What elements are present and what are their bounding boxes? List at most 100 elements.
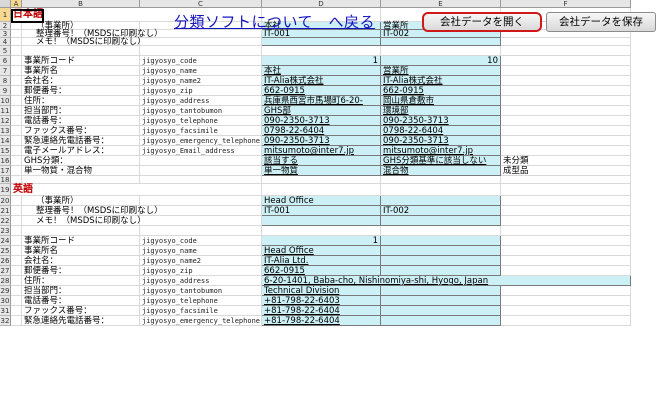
value-cell-e[interactable]: 0798-22-6404 (381, 126, 501, 136)
value-cell-e[interactable]: 営業所 (381, 66, 501, 76)
value-cell-e[interactable]: 10 (381, 56, 501, 66)
column-header-f[interactable]: F (501, 0, 631, 8)
value-cell-f[interactable] (501, 236, 631, 246)
cell-e[interactable] (381, 184, 501, 196)
field-label-cell[interactable]: GHS分類： (22, 156, 140, 166)
field-label-cell[interactable]: ファックス番号： (22, 306, 140, 316)
field-label-cell[interactable]: 住所： (22, 96, 140, 106)
field-label-cell[interactable]: ファックス番号： (22, 126, 140, 136)
value-cell-e[interactable]: 混合物 (381, 166, 501, 176)
row-header-24[interactable]: 24 (0, 236, 11, 246)
field-label-cell[interactable]: 事業所コード (22, 236, 140, 246)
value-cell-d[interactable]: 単一物質 (262, 166, 381, 176)
column-header-b[interactable]: B (22, 0, 140, 8)
field-code-cell[interactable] (140, 226, 262, 236)
row-header-15[interactable]: 15 (0, 146, 11, 156)
field-label-cell[interactable]: 郵便番号： (22, 266, 140, 276)
row-header-13[interactable]: 13 (0, 126, 11, 136)
cell-a[interactable] (11, 56, 22, 66)
row-header-27[interactable]: 27 (0, 266, 11, 276)
value-cell-d[interactable]: IT-Alia Ltd. (262, 256, 381, 266)
column-header-a[interactable]: A (11, 0, 22, 8)
back-to-classification-software-link[interactable]: 分類ソフトについて へ戻る (174, 11, 375, 32)
field-label-cell[interactable]: （事業所） (22, 196, 140, 206)
cell-a[interactable] (11, 266, 22, 276)
value-cell-f[interactable] (501, 76, 631, 86)
field-label-cell[interactable]: 事業所名 (22, 246, 140, 256)
cell-a[interactable] (11, 226, 22, 236)
value-cell-f[interactable] (501, 196, 631, 206)
field-code-cell[interactable] (140, 196, 262, 206)
row-header-29[interactable]: 29 (0, 286, 11, 296)
cell-d[interactable] (262, 184, 381, 196)
cell-a[interactable] (11, 116, 22, 126)
cell-a[interactable] (11, 146, 22, 156)
row-header-7[interactable]: 7 (0, 66, 11, 76)
cell-a[interactable] (11, 22, 22, 30)
cell-a[interactable] (11, 30, 22, 38)
field-label-cell[interactable]: 電話番号： (22, 116, 140, 126)
value-cell-d[interactable]: 662-0915 (262, 86, 381, 96)
row-header-28[interactable]: 28 (0, 276, 11, 286)
field-code-cell[interactable] (140, 46, 262, 56)
field-label-cell[interactable]: 単一物質・混合物 (22, 166, 140, 176)
row-header-11[interactable]: 11 (0, 106, 11, 116)
field-code-cell[interactable] (140, 216, 262, 226)
value-cell-f[interactable] (501, 316, 631, 326)
value-cell-d[interactable]: 兵庫県西宮市馬場町6-20- (262, 96, 381, 106)
value-cell-d[interactable]: 0798-22-6404 (262, 126, 381, 136)
cell-a[interactable] (11, 166, 22, 176)
cell-a[interactable] (11, 256, 22, 266)
cell-a[interactable] (11, 76, 22, 86)
cell-f[interactable] (501, 184, 631, 196)
value-cell-e[interactable] (381, 216, 501, 226)
value-cell-e[interactable] (381, 316, 501, 326)
row-header-10[interactable]: 10 (0, 96, 11, 106)
value-cell-e[interactable] (381, 246, 501, 256)
value-cell-e[interactable]: 662-0915 (381, 86, 501, 96)
field-code-cell[interactable]: jigyosyo_name (140, 246, 262, 256)
field-code-cell[interactable]: jigyosyo_name (140, 66, 262, 76)
cell-a[interactable] (11, 196, 22, 206)
value-cell-f[interactable] (501, 216, 631, 226)
value-cell-f[interactable] (501, 56, 631, 66)
cell-a[interactable] (11, 236, 22, 246)
row-header-4[interactable]: 4 (0, 38, 11, 46)
row-header-32[interactable]: 32 (0, 316, 11, 326)
cell-a[interactable] (11, 106, 22, 116)
field-label-cell[interactable] (22, 226, 140, 236)
field-label-cell[interactable]: 郵便番号： (22, 86, 140, 96)
value-cell-f[interactable] (501, 106, 631, 116)
row-header-5[interactable]: 5 (0, 46, 11, 56)
field-label-cell[interactable] (22, 46, 140, 56)
cell-c[interactable] (140, 184, 262, 196)
value-cell-f[interactable] (501, 256, 631, 266)
value-cell-f[interactable]: 未分類 (501, 156, 631, 166)
row-header-9[interactable]: 9 (0, 86, 11, 96)
row-header-19[interactable]: 19 (0, 184, 11, 196)
value-cell-f[interactable] (501, 296, 631, 306)
field-code-cell[interactable]: jigyosyo_facsimile (140, 126, 262, 136)
value-cell-d[interactable]: IT-001 (262, 206, 381, 216)
row-header-18[interactable]: 18 (0, 176, 11, 184)
value-cell-e[interactable] (381, 296, 501, 306)
value-cell-f[interactable] (501, 206, 631, 216)
value-cell-d[interactable]: GHS部 (262, 106, 381, 116)
row-header-17[interactable]: 17 (0, 166, 11, 176)
value-cell-f[interactable] (501, 226, 631, 236)
field-code-cell[interactable]: jigyosyo_emergency_telephone (140, 136, 262, 146)
row-header-22[interactable]: 22 (0, 216, 11, 226)
value-cell-e[interactable] (381, 196, 501, 206)
row-header-8[interactable]: 8 (0, 76, 11, 86)
value-cell-e[interactable]: IT-Alia株式会社 (381, 76, 501, 86)
cell-a[interactable] (11, 216, 22, 226)
value-cell-d[interactable]: +81-798-22-6404 (262, 316, 381, 326)
row-header-12[interactable]: 12 (0, 116, 11, 126)
cell-a[interactable] (11, 86, 22, 96)
field-label-cell[interactable]: 緊急連絡先電話番号： (22, 316, 140, 326)
value-cell-d[interactable]: 090-2350-3713 (262, 116, 381, 126)
cell-a[interactable] (11, 136, 22, 146)
value-cell-d[interactable]: 662-0915 (262, 266, 381, 276)
row-header-3[interactable]: 3 (0, 30, 11, 38)
value-cell-f[interactable] (501, 66, 631, 76)
